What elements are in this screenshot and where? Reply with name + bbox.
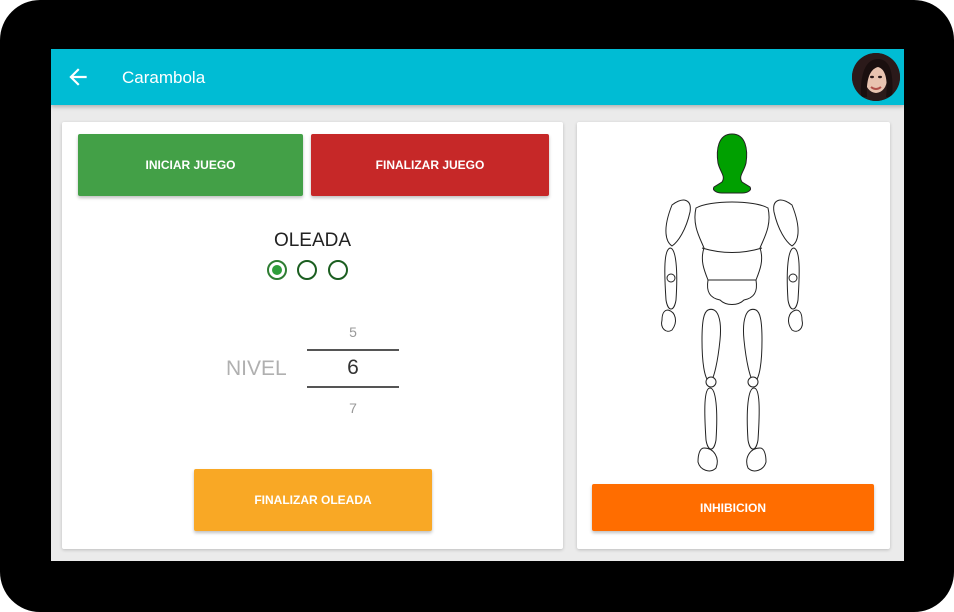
wave-radio-3[interactable] (328, 260, 348, 280)
body-map-card: INHIBICION (577, 122, 890, 549)
level-picker-divider-bottom (307, 386, 399, 388)
app-bar: Carambola (51, 49, 904, 105)
start-game-button[interactable]: INICIAR JUEGO (78, 134, 303, 196)
level-picker-divider-top (307, 349, 399, 351)
left-upper-arm[interactable] (665, 199, 691, 247)
arrow-left-icon[interactable] (65, 64, 91, 90)
end-wave-button[interactable]: FINALIZAR OLEADA (194, 469, 432, 531)
page-title: Carambola (122, 68, 206, 87)
avatar[interactable] (852, 53, 900, 101)
right-thigh[interactable] (743, 308, 763, 383)
left-shin[interactable] (704, 387, 718, 450)
inhibition-button[interactable]: INHIBICION (592, 484, 874, 531)
body-figure (661, 133, 803, 472)
user-avatar-icon (852, 53, 900, 101)
wave-radio-1[interactable] (267, 260, 287, 280)
game-control-card: INICIAR JUEGO FINALIZAR JUEGO OLEADA NIV… (62, 122, 563, 549)
wave-radio-2[interactable] (297, 260, 317, 280)
level-prev-value[interactable]: 5 (307, 324, 399, 340)
level-label: NIVEL (226, 357, 287, 380)
app-screen: Carambola INICIAR JUEGO FINALIZAR JUEGO … (51, 49, 904, 561)
pelvis[interactable] (707, 279, 757, 305)
level-current-value[interactable]: 6 (307, 356, 399, 380)
level-next-value[interactable]: 7 (307, 400, 399, 416)
right-shin[interactable] (746, 387, 760, 450)
right-upper-arm[interactable] (773, 199, 799, 247)
end-game-button[interactable]: FINALIZAR JUEGO (311, 134, 549, 196)
tablet-frame: Carambola INICIAR JUEGO FINALIZAR JUEGO … (0, 0, 954, 612)
left-thigh[interactable] (701, 308, 721, 383)
torso[interactable] (694, 201, 770, 281)
head-icon[interactable] (713, 133, 751, 194)
wave-title: OLEADA (273, 230, 352, 251)
